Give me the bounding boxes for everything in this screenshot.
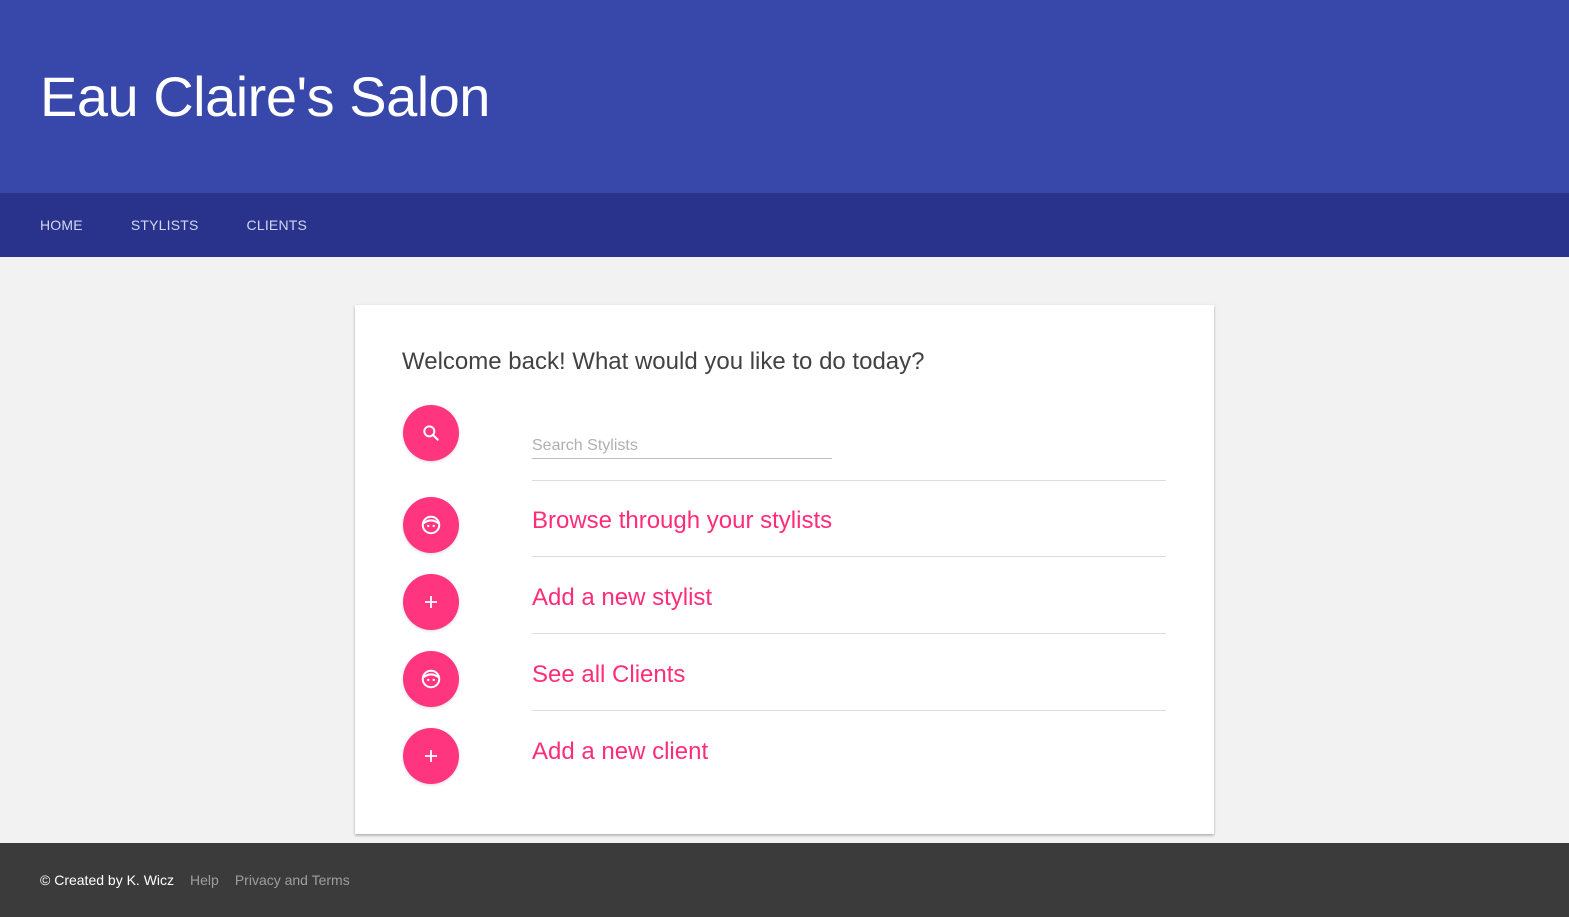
search-button[interactable] (403, 405, 459, 461)
see-clients-link[interactable]: See all Clients (532, 661, 685, 689)
footer-link-privacy[interactable]: Privacy and Terms (235, 872, 350, 888)
divider (532, 710, 1166, 711)
add-client-link[interactable]: Add a new client (532, 738, 708, 766)
dashboard-card: Welcome back! What would you like to do … (355, 305, 1214, 834)
add-client-button[interactable] (403, 728, 459, 784)
welcome-heading: Welcome back! What would you like to do … (402, 348, 925, 375)
footer-link-help[interactable]: Help (190, 872, 219, 888)
nav-item-clients[interactable]: Clients (247, 217, 308, 233)
face-icon (421, 515, 441, 535)
search-stylists-input[interactable] (532, 433, 832, 459)
divider (532, 633, 1166, 634)
add-stylist-button[interactable] (403, 574, 459, 630)
browse-stylists-link[interactable]: Browse through your stylists (532, 507, 832, 535)
divider (532, 480, 1166, 481)
page-footer: © Created by K. Wicz Help Privacy and Te… (0, 843, 1569, 917)
plus-icon (425, 596, 437, 608)
app-header: Eau Claire's Salon (0, 0, 1569, 193)
face-icon (421, 669, 441, 689)
nav-item-home[interactable]: Home (40, 217, 83, 233)
copyright-text: © Created by K. Wicz (40, 872, 175, 888)
see-clients-button[interactable] (403, 651, 459, 707)
add-stylist-link[interactable]: Add a new stylist (532, 584, 712, 612)
browse-stylists-button[interactable] (403, 497, 459, 553)
main-nav: Home Stylists Clients (0, 193, 1569, 257)
divider (532, 556, 1166, 557)
site-title: Eau Claire's Salon (40, 65, 490, 128)
search-icon (423, 425, 439, 441)
plus-icon (425, 750, 437, 762)
nav-item-stylists[interactable]: Stylists (131, 217, 199, 233)
